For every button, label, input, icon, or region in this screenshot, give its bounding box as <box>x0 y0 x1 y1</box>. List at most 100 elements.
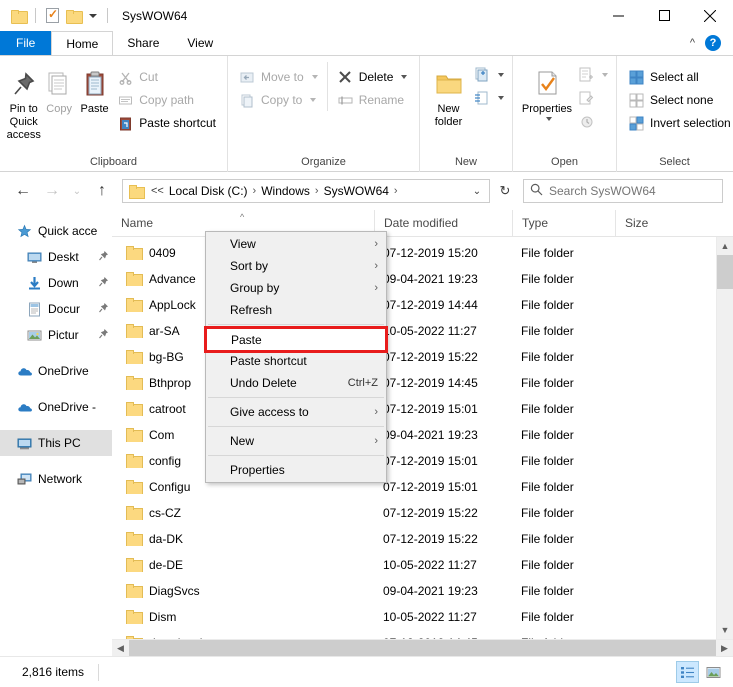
table-row[interactable]: cs-CZ 07-12-2019 15:22 File folder <box>112 500 716 526</box>
pin-icon[interactable] <box>98 276 112 290</box>
easy-access-dropdown-icon[interactable] <box>498 96 504 100</box>
menu-item-view[interactable]: View › <box>206 233 386 255</box>
copy-to-button[interactable]: Copy to <box>234 89 323 111</box>
new-folder-icon[interactable] <box>65 7 83 24</box>
sidebar-item-onedrive[interactable]: OneDrive <box>0 358 112 384</box>
move-to-dropdown-icon[interactable] <box>311 75 318 79</box>
breadcrumb-item-0[interactable]: Local Disk (C:) <box>167 184 250 198</box>
copy-button[interactable]: Copy <box>41 62 76 116</box>
move-to-button[interactable]: Move to <box>234 66 323 88</box>
new-item-button[interactable] <box>471 64 506 86</box>
easy-access-button[interactable] <box>471 87 506 109</box>
menu-item-give-access-to[interactable]: Give access to › <box>206 401 386 423</box>
new-item-dropdown-icon[interactable] <box>498 73 504 77</box>
search-input[interactable] <box>549 184 716 198</box>
column-header-size[interactable]: Size <box>615 210 733 237</box>
menu-item-refresh[interactable]: Refresh <box>206 299 386 321</box>
menu-item-undo-delete[interactable]: Undo Delete Ctrl+Z <box>206 372 386 394</box>
paste-button[interactable]: Paste <box>77 62 112 116</box>
table-row[interactable]: Dism 10-05-2022 11:27 File folder <box>112 604 716 630</box>
menu-item-sort-by[interactable]: Sort by › <box>206 255 386 277</box>
breadcrumb-overflow[interactable]: << <box>151 185 164 197</box>
sidebar-item-onedrive-business[interactable]: OneDrive - <box>0 394 112 420</box>
scroll-down-button[interactable]: ▼ <box>717 621 733 639</box>
file-name-cell[interactable]: downlevel <box>112 636 374 639</box>
breadcrumb-item-2[interactable]: SysWOW64 <box>322 184 391 198</box>
pin-icon[interactable] <box>98 302 112 316</box>
large-icons-view-button[interactable] <box>702 661 725 683</box>
refresh-button[interactable]: ↻ <box>493 179 517 203</box>
invert-selection-button[interactable]: Invert selection <box>623 112 733 134</box>
sidebar-item-documents[interactable]: Docur <box>0 296 112 322</box>
table-row[interactable]: bg-BG 07-12-2019 15:22 File folder <box>112 344 716 370</box>
column-header-type[interactable]: Type <box>512 210 615 237</box>
breadcrumb-dropdown-icon[interactable]: ⌄ <box>467 180 487 202</box>
sidebar-item-this-pc[interactable]: This PC <box>0 430 112 456</box>
scroll-left-button[interactable]: ◀ <box>112 640 129 657</box>
scroll-right-button[interactable]: ▶ <box>716 640 733 657</box>
pin-icon[interactable] <box>98 328 112 342</box>
file-name-cell[interactable]: Dism <box>112 610 374 624</box>
copy-path-button[interactable]: Copy path <box>112 89 221 111</box>
forward-button[interactable]: → <box>39 178 65 204</box>
table-row[interactable]: AppLock 07-12-2019 14:44 File folder <box>112 292 716 318</box>
scroll-up-button[interactable]: ▲ <box>717 237 733 255</box>
table-row[interactable]: Advance 09-04-2021 19:23 File folder <box>112 266 716 292</box>
properties-button[interactable]: Properties <box>519 62 575 121</box>
table-row[interactable]: DiagSvcs 09-04-2021 19:23 File folder <box>112 578 716 604</box>
select-none-button[interactable]: Select none <box>623 89 733 111</box>
recent-locations-button[interactable]: ⌄ <box>68 178 86 204</box>
table-row[interactable]: ar-SA 10-05-2022 11:27 File folder <box>112 318 716 344</box>
breadcrumb-item-1[interactable]: Windows <box>259 184 312 198</box>
pin-to-quick-access-button[interactable]: Pin to Quick access <box>6 62 41 142</box>
tab-share[interactable]: Share <box>113 31 173 55</box>
pin-icon[interactable] <box>98 250 112 264</box>
rename-button[interactable]: Rename <box>332 89 413 111</box>
close-button[interactable] <box>687 0 733 31</box>
horizontal-scrollbar-thumb[interactable] <box>129 639 716 656</box>
file-name-cell[interactable]: DiagSvcs <box>112 584 374 598</box>
open-button[interactable] <box>575 64 610 86</box>
vertical-scrollbar[interactable]: ▲ ▼ <box>716 237 733 639</box>
table-row[interactable]: downlevel 07-12-2019 14:45File folder <box>112 630 716 639</box>
select-all-button[interactable]: Select all <box>623 66 733 88</box>
edit-button[interactable] <box>575 87 610 109</box>
column-header-date-modified[interactable]: Date modified <box>374 210 512 237</box>
minimize-button[interactable] <box>595 0 641 31</box>
table-row[interactable]: config 07-12-2019 15:01 File folder <box>112 448 716 474</box>
history-button[interactable] <box>575 110 610 132</box>
menu-item-paste[interactable]: Paste <box>207 329 385 350</box>
table-row[interactable]: da-DK 07-12-2019 15:22 File folder <box>112 526 716 552</box>
breadcrumb-sep-1[interactable]: › <box>312 185 322 197</box>
folder-properties-icon[interactable] <box>10 7 28 24</box>
table-row[interactable]: catroot 07-12-2019 15:01 File folder <box>112 396 716 422</box>
tab-home[interactable]: Home <box>51 31 114 55</box>
sidebar-item-network[interactable]: Network <box>0 466 112 492</box>
collapse-ribbon-button[interactable]: ^ <box>690 37 695 49</box>
table-row[interactable]: Bthprop 07-12-2019 14:45 File folder <box>112 370 716 396</box>
file-name-cell[interactable]: de-DE <box>112 558 374 572</box>
properties-check-icon[interactable] <box>44 7 61 24</box>
menu-item-group-by[interactable]: Group by › <box>206 277 386 299</box>
file-name-cell[interactable]: cs-CZ <box>112 506 374 520</box>
file-name-cell[interactable]: da-DK <box>112 532 374 546</box>
back-button[interactable]: ← <box>10 178 36 204</box>
customize-qat-dropdown[interactable] <box>86 7 99 24</box>
paste-shortcut-button[interactable]: Paste shortcut <box>112 112 221 134</box>
delete-button[interactable]: Delete <box>332 66 413 88</box>
breadcrumb-sep-2[interactable]: › <box>391 185 401 197</box>
table-row[interactable]: de-DE 10-05-2022 11:27 File folder <box>112 552 716 578</box>
cut-button[interactable]: Cut <box>112 66 221 88</box>
breadcrumb[interactable]: << Local Disk (C:) › Windows › SysWOW64 … <box>122 179 490 203</box>
menu-item-properties[interactable]: Properties <box>206 459 386 481</box>
vertical-scrollbar-thumb[interactable] <box>716 255 733 289</box>
sidebar-item-pictures[interactable]: Pictur <box>0 322 112 348</box>
open-dropdown-icon[interactable] <box>602 73 608 77</box>
table-row[interactable]: Configu 07-12-2019 15:01 File folder <box>112 474 716 500</box>
tab-view[interactable]: View <box>173 31 227 55</box>
delete-dropdown-icon[interactable] <box>401 75 408 79</box>
table-row[interactable]: 0409 07-12-2019 15:20 File folder <box>112 240 716 266</box>
vertical-scrollbar-track[interactable] <box>717 289 733 621</box>
sidebar-item-downloads[interactable]: Down <box>0 270 112 296</box>
copy-to-dropdown-icon[interactable] <box>310 98 317 102</box>
